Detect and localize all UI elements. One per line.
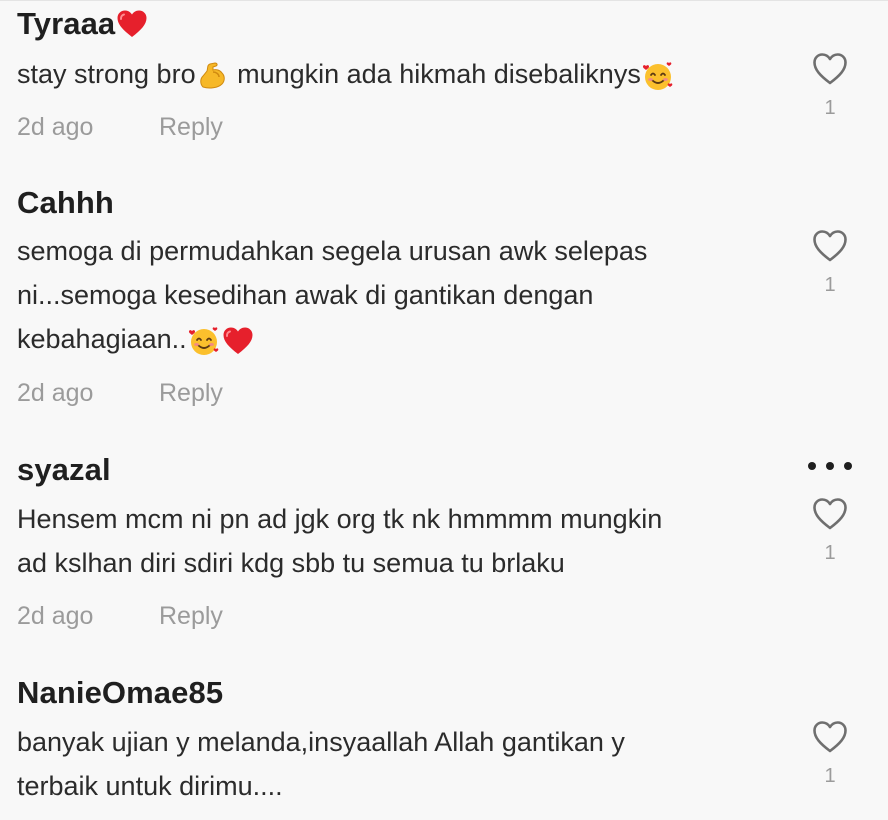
more-dot [826,462,834,470]
more-dot [808,462,816,470]
comment-text-line: kebahagiaan.. [17,317,787,361]
username-text: Tyraaa [17,6,116,41]
smiling-face-with-hearts-icon [188,325,220,357]
username-text: syazal [17,452,111,487]
red-heart-icon [116,8,148,40]
comment-text-segment: kebahagiaan.. [17,324,187,354]
comment-text-line: ni...semoga kesedihan awak di gantikan d… [17,280,594,310]
like-count: 1 [824,97,836,119]
comment-text-line: ad kslhan diri sdiri kdg sbb tu semua tu… [17,548,565,578]
reply-button[interactable]: Reply [159,378,223,408]
comment-text-segment: mungkin ada hikmah disebaliknys [229,59,641,89]
comment-text: banyak ujian y melanda,insyaallah Allah … [17,720,787,808]
like-control: 1 [812,497,848,565]
comment-timestamp: 2d ago [17,113,94,141]
reply-button[interactable]: Reply [159,601,223,631]
flexed-biceps-icon [197,60,229,92]
comment-username[interactable]: Cahhh [17,183,114,223]
more-horizontal-icon[interactable] [808,462,852,474]
top-divider [0,0,888,1]
like-control: 1 [812,52,848,120]
heart-outline-icon[interactable] [812,52,848,86]
like-control: 1 [812,229,848,297]
heart-outline-icon[interactable] [812,497,848,531]
heart-outline-icon[interactable] [812,720,848,754]
comment-timestamp: 2d ago [17,602,94,630]
comment-meta: 2d ago Reply [17,601,223,631]
comment-timestamp: 2d ago [17,379,94,407]
smiling-face-with-hearts-icon [642,60,674,92]
comment-meta: 2d ago Reply [17,378,223,408]
comment-text-line: banyak ujian y melanda,insyaallah Allah … [17,727,625,757]
like-count: 1 [824,765,836,787]
comment-text-segment: stay strong bro [17,59,196,89]
comment-meta: 2d ago Reply [17,112,223,142]
comment-text: semoga di permudahkan segela urusan awk … [17,229,787,361]
username-text: NanieOmae85 [17,675,224,710]
comment-text-line: terbaik untuk dirimu.... [17,771,283,801]
comment-username[interactable]: syazal [17,450,111,490]
like-count: 1 [824,542,836,564]
like-count: 1 [824,274,836,296]
comment-text: stay strong bro mungkin ada hikmah diseb… [17,52,787,96]
comment-text-line: Hensem mcm ni pn ad jgk org tk nk hmmmm … [17,504,663,534]
heart-outline-icon[interactable] [812,229,848,263]
reply-button[interactable]: Reply [159,112,223,142]
like-control: 1 [812,720,848,788]
comment-text: Hensem mcm ni pn ad jgk org tk nk hmmmm … [17,497,787,585]
comment-username[interactable]: NanieOmae85 [17,673,223,713]
username-text: Cahhh [17,185,114,220]
more-dot [844,462,852,470]
comment-username[interactable]: Tyraaa [17,4,149,44]
comment-text-line: semoga di permudahkan segela urusan awk … [17,236,648,266]
red-heart-icon [222,325,254,357]
